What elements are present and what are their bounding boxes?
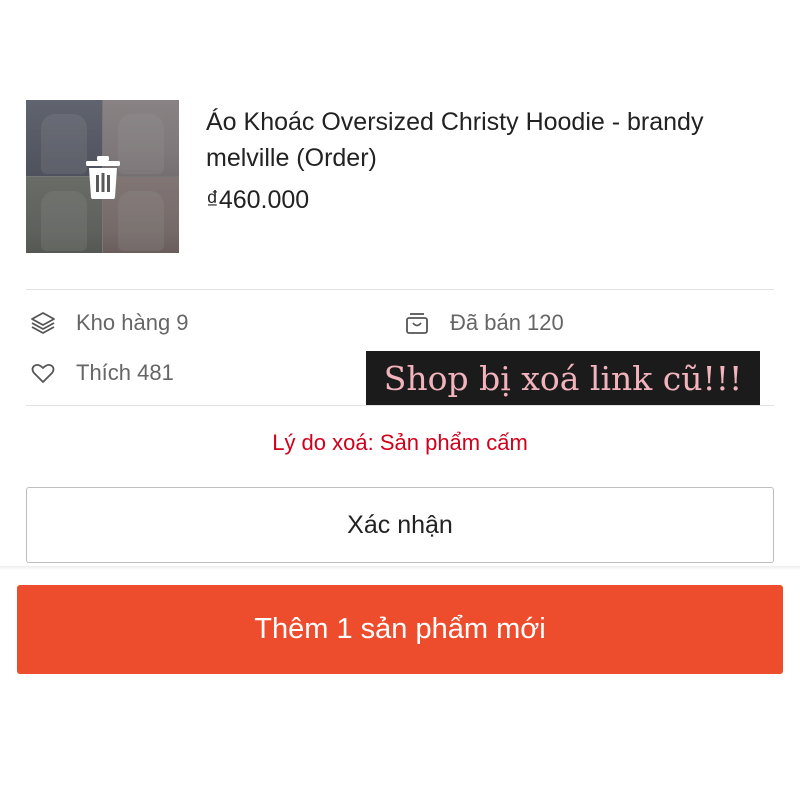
stock-stat: Kho hàng 9: [30, 310, 189, 336]
annotation-note: Shop bị xoá link cũ!!!: [366, 351, 760, 406]
product-price: ₫460.000: [206, 186, 310, 214]
trash-icon: [83, 154, 123, 200]
divider: [26, 289, 774, 290]
shopping-bag-icon: [406, 313, 428, 334]
deleted-product-card: Áo Khoác Oversized Christy Hoodie - bran…: [0, 0, 800, 290]
add-new-product-button[interactable]: Thêm 1 sản phẩm mới: [17, 585, 783, 674]
sold-label: Đã bán 120: [450, 310, 564, 335]
stock-label: Kho hàng 9: [76, 310, 189, 335]
divider: [26, 405, 774, 406]
confirm-button[interactable]: Xác nhận: [26, 487, 774, 563]
product-title: Áo Khoác Oversized Christy Hoodie - bran…: [206, 108, 704, 172]
stack-icon: [31, 312, 55, 334]
bottom-sheet-edge: [0, 566, 800, 570]
product-thumbnail: [26, 100, 179, 253]
heart-icon: [31, 363, 55, 383]
likes-stat: Thích 481: [30, 360, 174, 386]
sold-stat: Đã bán 120: [404, 310, 564, 336]
likes-label: Thích 481: [76, 360, 174, 385]
deletion-reason: Lý do xoá: Sản phẩm cấm: [272, 430, 528, 455]
